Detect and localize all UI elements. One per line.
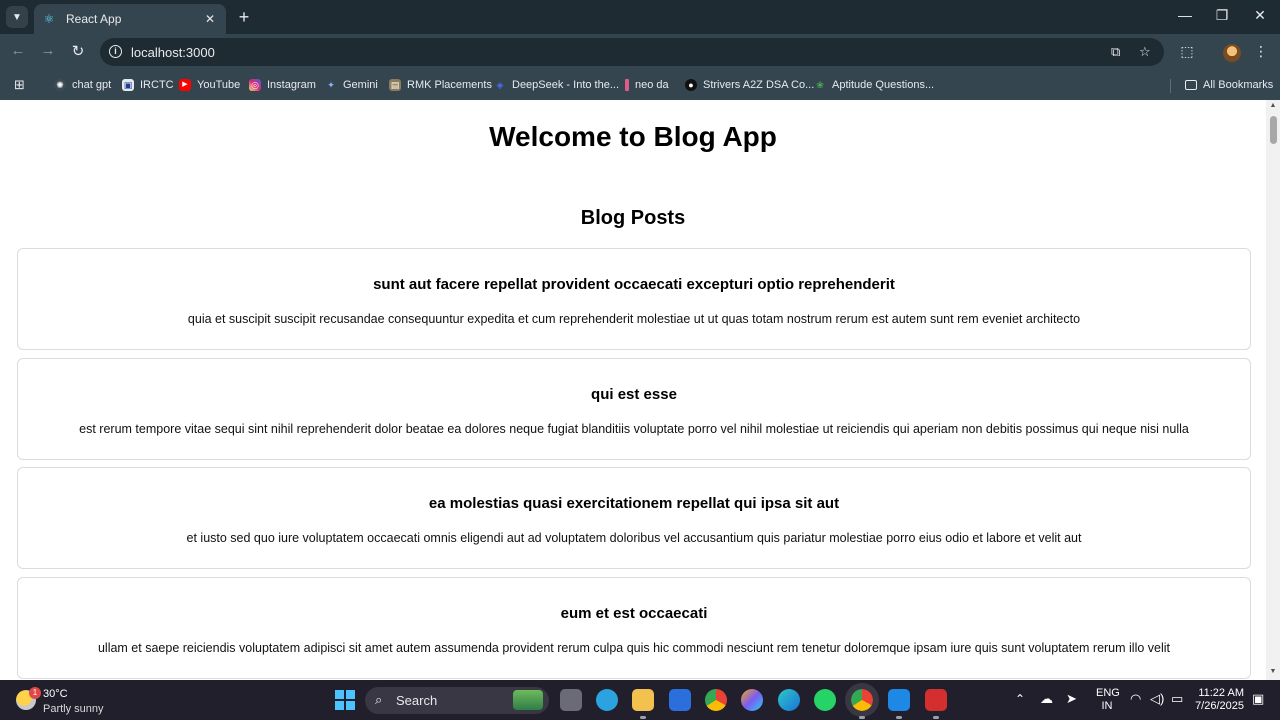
show-hidden-icons-chevron[interactable]: ⌃ (1015, 692, 1025, 706)
reload-icon[interactable]: ↻ (68, 42, 88, 60)
new-tab-button[interactable]: + (236, 8, 252, 26)
tab-strip: ▼ ⚛ React App ✕ + — ❐ ✕ (0, 0, 1280, 34)
apps-grid-icon[interactable]: ⊞ (14, 77, 25, 93)
instagram-icon: ◎ (249, 79, 261, 91)
post-body: est rerum tempore vitae sequi sint nihil… (79, 422, 1189, 436)
edge-icon[interactable] (778, 689, 800, 711)
rmk-icon: ▤ (389, 79, 401, 91)
back-icon[interactable]: ← (8, 42, 28, 59)
post-title: eum et est occaecati (560, 605, 708, 622)
close-tab-icon[interactable]: ✕ (202, 12, 218, 26)
profile-avatar[interactable] (1223, 44, 1241, 62)
copilot-icon[interactable] (741, 689, 763, 711)
search-icon: ⌕ (375, 692, 383, 707)
post-card: eum et est occaecati ullam et saepe reic… (17, 577, 1251, 679)
post-card: sunt aut facere repellat provident occae… (17, 248, 1251, 350)
minimize-icon[interactable]: — (1175, 7, 1195, 23)
close-window-icon[interactable]: ✕ (1250, 7, 1270, 24)
file-explorer-icon[interactable] (632, 689, 654, 719)
language-indicator[interactable]: ENG IN (1096, 687, 1120, 713)
tab-title: React App (66, 12, 122, 26)
onedrive-icon[interactable]: ☁ (1040, 691, 1053, 707)
search-label: Search (396, 693, 438, 708)
page-viewport: Welcome to Blog App Blog Posts sunt aut … (0, 100, 1266, 680)
address-bar[interactable]: i localhost:3000 ⧉ ☆ (100, 38, 1164, 66)
bookmarks-bar: ⊞ ✺ chat gpt ▣ IRCTC ▶ YouTube ◎ Instagram ✦… (0, 70, 1280, 100)
windows-logo-icon (335, 690, 344, 699)
vscode-icon[interactable] (888, 689, 910, 719)
folder-icon (1185, 80, 1197, 90)
bookmark-instagram[interactable]: ◎ Instagram (249, 77, 316, 93)
bookmark-strivers[interactable]: ● Strivers A2Z DSA Co... (685, 77, 814, 93)
post-title: qui est esse (591, 386, 677, 403)
section-title: Blog Posts (580, 207, 686, 229)
bookmark-gemini[interactable]: ✦ Gemini (325, 77, 378, 93)
weather-condition: Partly sunny (43, 703, 104, 715)
menu-kebab-icon[interactable]: ⋮ (1251, 43, 1271, 60)
page-scrollbar[interactable]: ▲ ▼ (1266, 100, 1280, 680)
notification-badge: 1 (29, 687, 41, 699)
aptitude-icon: ❀ (816, 80, 824, 90)
page-title: Welcome to Blog App (489, 121, 777, 152)
chatgpt-icon: ✺ (54, 79, 66, 91)
bookmark-star-icon[interactable]: ☆ (1139, 44, 1151, 60)
youtube-icon: ▶ (179, 79, 191, 91)
bookmark-neo-da[interactable]: neo da (625, 77, 669, 93)
forward-icon[interactable]: → (38, 42, 58, 59)
bookmark-rmk-placements[interactable]: ▤ RMK Placements (389, 77, 492, 93)
site-info-icon[interactable]: i (109, 45, 122, 58)
notifications-icon[interactable]: ▣ (1252, 691, 1264, 707)
all-bookmarks-folder[interactable]: All Bookmarks (1185, 77, 1273, 93)
volume-icon[interactable]: ◁) (1150, 691, 1164, 707)
scrollbar-thumb[interactable] (1270, 116, 1277, 144)
gemini-icon: ✦ (327, 80, 335, 90)
install-app-icon[interactable]: ⧉ (1111, 44, 1120, 60)
url-text[interactable]: localhost:3000 (131, 45, 215, 60)
telegram-icon[interactable] (596, 689, 618, 711)
deepseek-icon: ◈ (496, 80, 504, 90)
chevron-down-icon: ▼ (12, 11, 22, 23)
scroll-down-icon[interactable]: ▼ (1269, 668, 1277, 675)
whatsapp-icon[interactable] (814, 689, 836, 711)
start-button[interactable] (335, 690, 355, 710)
wps-office-icon[interactable] (925, 689, 947, 719)
neo-icon (625, 79, 629, 91)
tab-react-app[interactable]: ⚛ React App ✕ (34, 4, 226, 34)
chrome-icon[interactable] (705, 689, 727, 711)
task-view-icon[interactable] (560, 689, 582, 711)
bookmark-aptitude[interactable]: ❀ Aptitude Questions... (814, 77, 934, 93)
windows-taskbar: 1 30°C Partly sunny ⌕ Search ⌃ ☁ ➤ ENG I… (0, 680, 1280, 720)
bookmark-chat-gpt[interactable]: ✺ chat gpt (54, 77, 111, 93)
battery-icon[interactable]: ▭ (1171, 691, 1183, 707)
post-body: quia et suscipit suscipit recusandae con… (187, 312, 1081, 326)
taskbar-search[interactable]: ⌕ Search (365, 687, 549, 714)
search-highlight-image (513, 690, 543, 710)
chrome-active-icon[interactable] (845, 683, 879, 719)
extensions-icon[interactable]: ⬚ (1177, 43, 1197, 60)
irctc-icon: ▣ (122, 79, 134, 91)
microsoft-store-icon[interactable] (669, 689, 691, 711)
location-icon[interactable]: ➤ (1066, 691, 1077, 707)
clock[interactable]: 11:22 AM 7/26/2025 (1194, 687, 1244, 713)
post-body: et iusto sed quo iure voluptatem occaeca… (186, 531, 1082, 545)
post-title: ea molestias quasi exercitationem repell… (428, 495, 840, 512)
post-card: ea molestias quasi exercitationem repell… (17, 467, 1251, 569)
bookmark-youtube[interactable]: ▶ YouTube (179, 77, 240, 93)
bookmark-irctc[interactable]: ▣ IRCTC (122, 77, 174, 93)
scroll-up-icon[interactable]: ▲ (1269, 102, 1277, 109)
post-title: sunt aut facere repellat provident occae… (373, 276, 895, 293)
weather-widget[interactable]: 1 30°C Partly sunny (14, 685, 124, 715)
maximize-icon[interactable]: ❐ (1212, 7, 1232, 24)
bookmarks-divider (1170, 79, 1171, 93)
weather-temperature: 30°C (43, 688, 68, 700)
post-card: qui est esse est rerum tempore vitae seq… (17, 358, 1251, 460)
striver-icon: ● (685, 79, 697, 91)
wifi-icon[interactable]: ◠ (1130, 691, 1141, 707)
tab-search-button[interactable]: ▼ (6, 6, 28, 28)
bookmark-deepseek[interactable]: ◈ DeepSeek - Into the... (494, 77, 619, 93)
post-body: ullam et saepe reiciendis voluptatem adi… (97, 641, 1171, 655)
browser-toolbar: ← → ↻ i localhost:3000 ⧉ ☆ ⬚ ⋮ (0, 34, 1280, 70)
react-favicon-icon: ⚛ (43, 12, 55, 26)
